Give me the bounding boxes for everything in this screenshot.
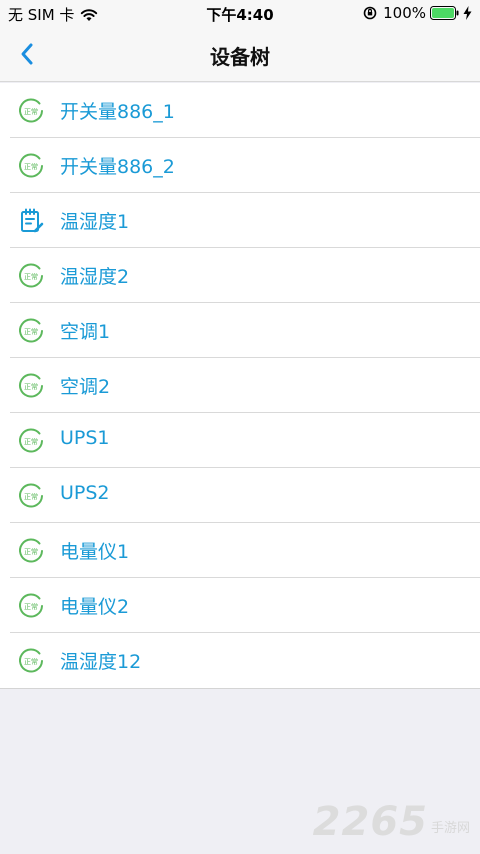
status-normal-icon: 正常 [19, 428, 43, 453]
device-label: UPS1 [60, 427, 110, 449]
device-row-886-2[interactable]: 正常 开关量886_2 [0, 138, 480, 193]
device-label: 温湿度2 [60, 266, 130, 288]
svg-text:正常: 正常 [24, 602, 38, 611]
device-row-power-meter-2[interactable]: 正常 电量仪2 [0, 578, 480, 633]
status-normal-icon: 正常 [19, 153, 43, 178]
navigation-bar: 设备树 [0, 26, 480, 82]
charging-bolt-icon [463, 6, 472, 20]
device-label: UPS2 [60, 482, 110, 504]
device-row-ac-1[interactable]: 正常 空调1 [0, 303, 480, 358]
status-normal-icon: 正常 [19, 98, 43, 123]
device-label: 开关量886_1 [60, 101, 175, 123]
device-label: 空调2 [60, 376, 111, 398]
status-normal-icon: 正常 [19, 373, 43, 398]
device-label: 电量仪1 [60, 541, 130, 563]
svg-text:正常: 正常 [24, 547, 38, 556]
svg-text:正常: 正常 [24, 272, 38, 281]
status-normal-icon: 正常 [19, 263, 43, 288]
device-label: 温湿度12 [60, 651, 142, 673]
device-row-temp-humidity-2[interactable]: 正常 温湿度2 [0, 248, 480, 303]
status-normal-icon: 正常 [19, 483, 43, 508]
watermark: 2265 手游网 [313, 802, 470, 842]
status-normal-icon: 正常 [19, 318, 43, 343]
svg-text:正常: 正常 [24, 382, 38, 391]
svg-text:正常: 正常 [24, 162, 38, 171]
battery-percent: 100% [383, 4, 426, 22]
device-label: 开关量886_2 [60, 156, 175, 178]
status-normal-icon: 正常 [19, 593, 43, 618]
device-row-ups-1[interactable]: 正常 UPS1 [0, 413, 480, 468]
svg-text:正常: 正常 [24, 437, 38, 446]
device-row-ups-2[interactable]: 正常 UPS2 [0, 468, 480, 523]
orientation-lock-icon [363, 6, 377, 20]
device-row-ac-2[interactable]: 正常 空调2 [0, 358, 480, 413]
watermark-number: 2265 [312, 799, 428, 845]
status-normal-icon: 正常 [19, 538, 43, 563]
watermark-text: 手游网 [430, 821, 470, 836]
device-row-temp-humidity-12[interactable]: 正常 温湿度12 [0, 633, 480, 688]
device-row-886-1[interactable]: 正常 开关量886_1 [0, 83, 480, 138]
status-bar: 无 SIM 卡 下午4:40 100% [0, 0, 480, 26]
device-row-power-meter-1[interactable]: 正常 电量仪1 [0, 523, 480, 578]
device-row-temp-humidity-1[interactable]: 温湿度1 [0, 193, 480, 248]
page-title: 设备树 [210, 45, 270, 69]
notepad-edit-icon [21, 208, 44, 233]
svg-text:正常: 正常 [24, 657, 38, 666]
svg-text:正常: 正常 [24, 327, 38, 336]
device-label: 空调1 [60, 321, 111, 343]
device-label: 温湿度1 [60, 211, 130, 233]
status-normal-icon: 正常 [19, 648, 43, 673]
svg-text:正常: 正常 [24, 107, 38, 116]
device-label: 电量仪2 [60, 596, 130, 618]
battery-icon [430, 6, 459, 20]
svg-text:正常: 正常 [24, 492, 38, 501]
device-tree-list: 正常 开关量886_1 正常 开关量886_2 温湿度1 正常 温湿度2 正常 … [0, 83, 480, 689]
